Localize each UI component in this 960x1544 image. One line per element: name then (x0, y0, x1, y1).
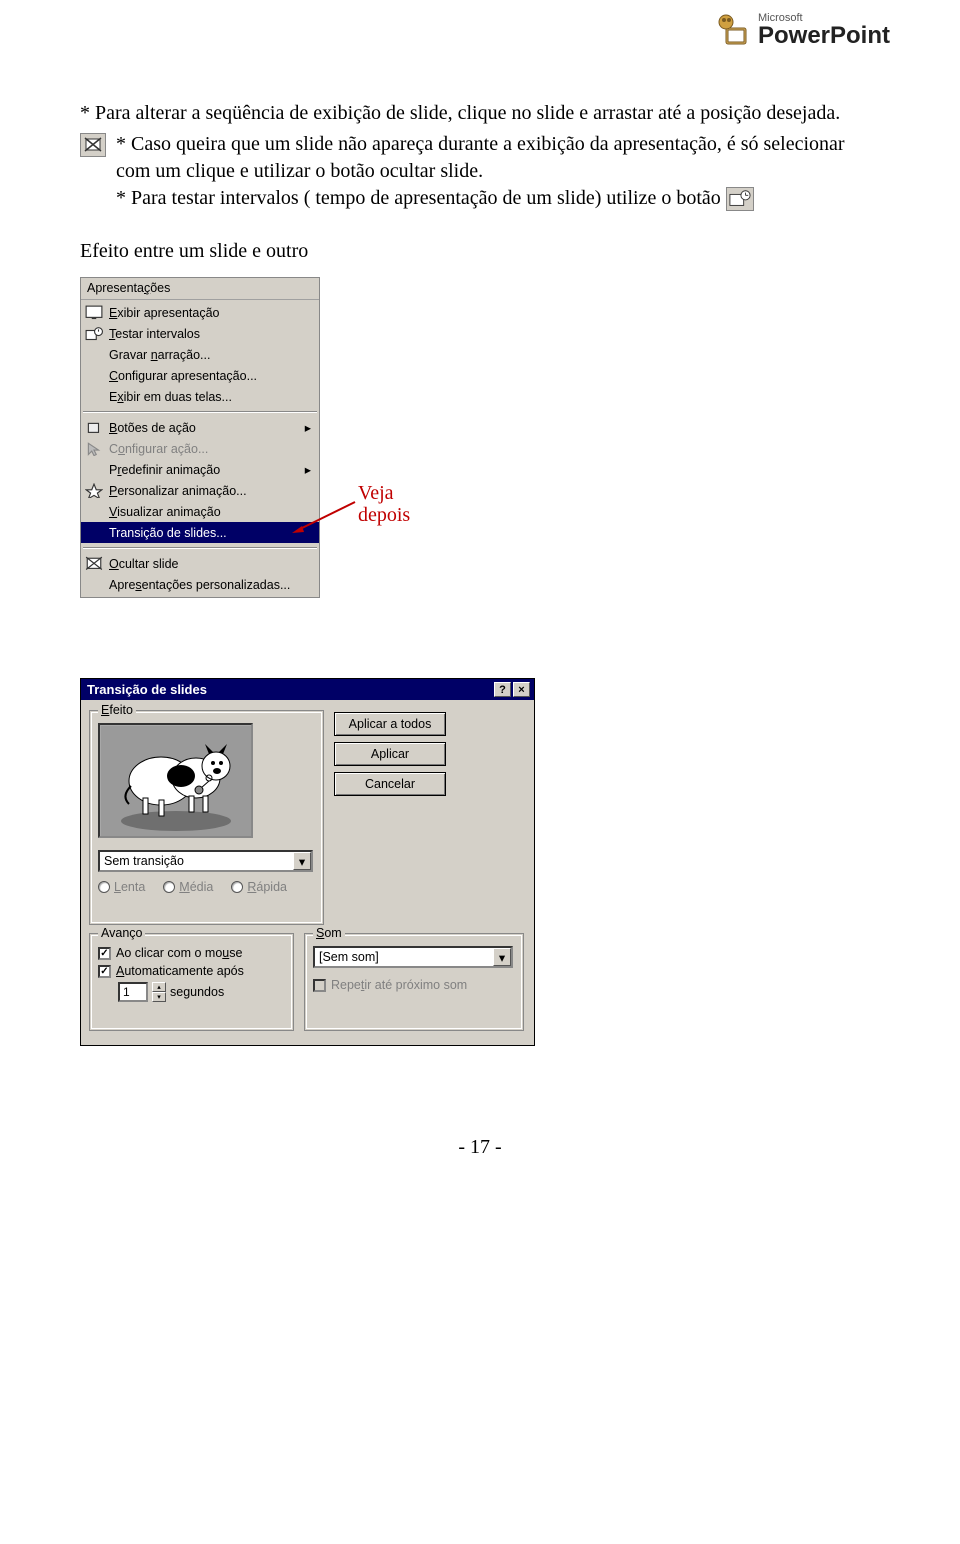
subtitle: Efeito entre um slide e outro (80, 240, 880, 263)
menu-label: Exibir em duas telas... (109, 390, 232, 404)
menu-item-visualizar[interactable]: Visualizar animação (81, 501, 319, 522)
cancel-button[interactable]: Cancelar (334, 772, 446, 796)
annotation-arrow-icon (290, 500, 360, 534)
menu-label: Apresentações personalizadas... (109, 578, 290, 592)
menu-item-testar[interactable]: Testar intervalos (81, 323, 319, 344)
pointer-icon (85, 441, 103, 457)
spinner-buttons[interactable]: ▴▾ (152, 982, 166, 1002)
check-onclick-label: Ao clicar com o mouse (116, 946, 242, 960)
transition-value: Sem transição (104, 854, 184, 868)
menu-item-exibir[interactable]: Exibir apresentação (81, 302, 319, 323)
radio-rapida: Rápida (231, 880, 287, 894)
menu-item-configurar-acao: Configurar ação... (81, 438, 319, 459)
check-auto[interactable]: ✓ Automaticamente após (98, 964, 285, 978)
seconds-input[interactable]: 1 (118, 982, 148, 1002)
menu-label: Visualizar animação (109, 505, 221, 519)
apply-button[interactable]: Aplicar (334, 742, 446, 766)
annotation-text: Veja depois (358, 482, 410, 526)
check-loop: Repetir até próximo som (313, 978, 515, 992)
menu-item-duastelas[interactable]: Exibir em duas telas... (81, 386, 319, 407)
menu-label: Testar intervalos (109, 327, 200, 341)
menu-item-ocultar[interactable]: Ocultar slide (81, 553, 319, 574)
transition-dialog: Transição de slides ? × Efeito (80, 678, 535, 1046)
ppt-logo-icon (712, 10, 752, 50)
page-number: - 17 - (80, 1136, 880, 1159)
seconds-label: segundos (170, 985, 224, 999)
help-button[interactable]: ? (494, 682, 511, 697)
paragraph-3: * Para testar intervalos ( tempo de apre… (116, 187, 721, 209)
menu-item-transicao[interactable]: Transição de slides... (81, 522, 319, 543)
check-auto-label: Automaticamente após (116, 964, 244, 978)
dialog-title: Transição de slides (87, 682, 207, 697)
effect-legend: Efeito (98, 703, 136, 717)
menu-item-configurar[interactable]: Configurar apresentação... (81, 365, 319, 386)
dialog-titlebar: Transição de slides ? × (81, 679, 534, 700)
menu-label: Personalizar animação... (109, 484, 247, 498)
menu-label: Configurar ação... (109, 442, 208, 456)
star-icon (85, 483, 103, 499)
menu-label: Exibir apresentação (109, 306, 220, 320)
rehearse-timings-icon (726, 187, 754, 211)
paragraph-1: * Para alterar a seqüência de exibição d… (80, 100, 880, 127)
radio-lenta: Lenta (98, 880, 145, 894)
presentations-menu: Apresentações Exibir apresentação Testar… (80, 277, 320, 598)
advance-legend: Avanço (98, 926, 145, 940)
hide-icon (85, 556, 103, 572)
menu-separator (83, 547, 317, 549)
dropdown-arrow-icon: ▾ (293, 852, 311, 870)
menu-title: Apresentações (81, 278, 319, 300)
sound-legend: Som (313, 926, 345, 940)
apply-all-button[interactable]: Aplicar a todos (334, 712, 446, 736)
check-onclick[interactable]: ✓ Ao clicar com o mouse (98, 946, 285, 960)
menu-item-personalizar[interactable]: Personalizar animação... (81, 480, 319, 501)
menu-label: Configurar apresentação... (109, 369, 257, 383)
paragraph-2: * Caso queira que um slide não apareça d… (116, 133, 845, 182)
menu-item-gravar[interactable]: Gravar narração... (81, 344, 319, 365)
menu-item-botoes[interactable]: Botões de ação ▸ (81, 417, 319, 438)
menu-item-predefinir[interactable]: Predefinir animação ▸ (81, 459, 319, 480)
submenu-arrow-icon: ▸ (305, 420, 311, 435)
powerpoint-logo: Microsoft PowerPoint (712, 10, 890, 50)
transition-dropdown[interactable]: Sem transição ▾ (98, 850, 313, 872)
menu-label: Gravar narração... (109, 348, 210, 362)
menu-label: Botões de ação (109, 421, 299, 435)
menu-separator (83, 411, 317, 413)
check-loop-label: Repetir até próximo som (331, 978, 467, 992)
sound-value: [Sem som] (319, 950, 379, 964)
dropdown-arrow-icon: ▾ (493, 948, 511, 966)
hide-slide-icon (80, 133, 106, 157)
screen-icon (85, 305, 103, 321)
menu-label: Transição de slides... (109, 526, 227, 540)
square-icon (85, 420, 103, 436)
menu-item-personalizadas[interactable]: Apresentações personalizadas... (81, 574, 319, 595)
submenu-arrow-icon: ▸ (305, 462, 311, 477)
clock-icon (85, 326, 103, 342)
close-button[interactable]: × (513, 682, 530, 697)
menu-label: Predefinir animação (109, 463, 299, 477)
sound-dropdown[interactable]: [Sem som] ▾ (313, 946, 513, 968)
menu-label: Ocultar slide (109, 557, 178, 571)
radio-media: Média (163, 880, 213, 894)
effect-preview (98, 723, 253, 838)
logo-product-text: PowerPoint (758, 24, 890, 48)
